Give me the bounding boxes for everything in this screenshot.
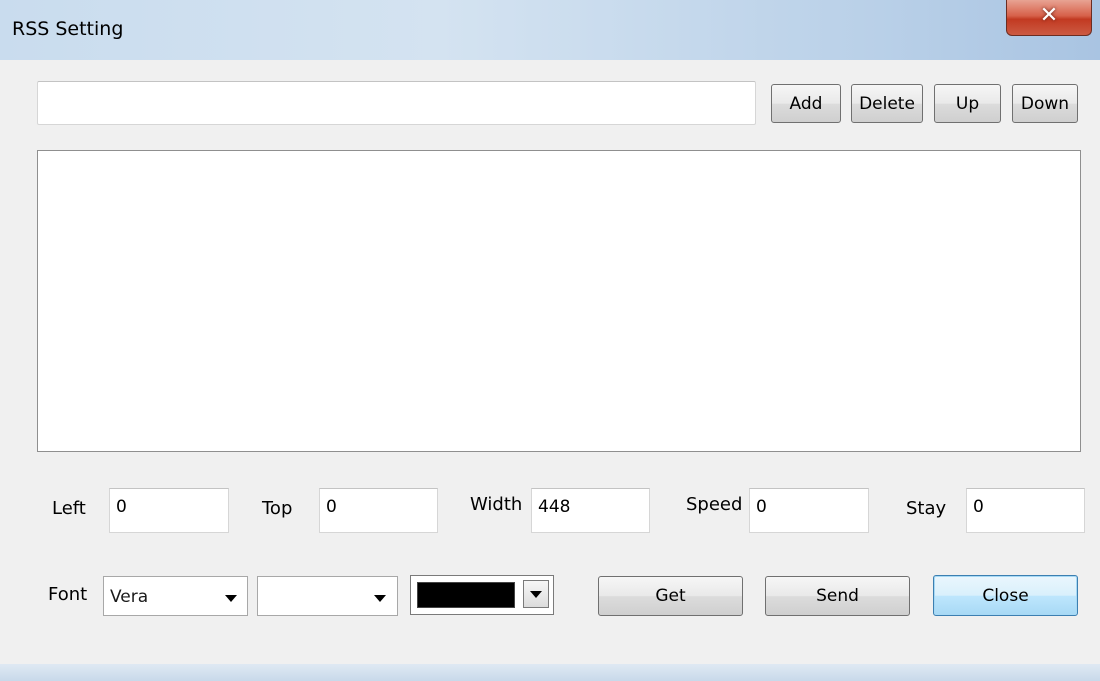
stay-label: Stay	[906, 498, 947, 519]
font-size-select[interactable]	[257, 576, 398, 616]
color-swatch	[417, 582, 515, 608]
width-label: Width	[470, 494, 523, 515]
font-label: Font	[48, 584, 88, 605]
delete-button[interactable]: Delete	[851, 84, 923, 123]
send-button[interactable]: Send	[765, 576, 910, 616]
close-icon: ✕	[1039, 3, 1059, 28]
chevron-down-icon	[530, 591, 542, 598]
down-button[interactable]: Down	[1012, 84, 1078, 123]
rss-list[interactable]	[37, 150, 1081, 452]
width-input[interactable]: 448	[531, 488, 650, 533]
window-title: RSS Setting	[12, 18, 124, 40]
font-family-select[interactable]: Vera	[103, 576, 248, 616]
get-button[interactable]: Get	[598, 576, 743, 616]
left-input[interactable]: 0	[109, 488, 229, 533]
top-label: Top	[262, 498, 293, 519]
close-button[interactable]: Close	[933, 575, 1078, 616]
up-button[interactable]: Up	[934, 84, 1001, 123]
speed-label: Speed	[686, 494, 743, 515]
color-dropdown-button[interactable]	[523, 580, 549, 608]
font-color-picker[interactable]	[410, 575, 554, 615]
font-family-value: Vera	[110, 587, 149, 607]
add-button[interactable]: Add	[771, 84, 841, 123]
rss-url-input[interactable]	[37, 81, 756, 125]
window-bottom-border	[0, 664, 1100, 681]
window-close-button[interactable]: ✕	[1006, 0, 1092, 36]
left-label: Left	[52, 498, 86, 519]
stay-input[interactable]: 0	[966, 488, 1085, 533]
rss-setting-dialog: RSS Setting ✕ Add Delete Up Down Left 0 …	[0, 0, 1100, 681]
chevron-down-icon	[374, 595, 386, 602]
top-input[interactable]: 0	[319, 488, 438, 533]
title-bar[interactable]: RSS Setting ✕	[0, 0, 1100, 60]
speed-input[interactable]: 0	[749, 488, 869, 533]
chevron-down-icon	[225, 595, 237, 602]
